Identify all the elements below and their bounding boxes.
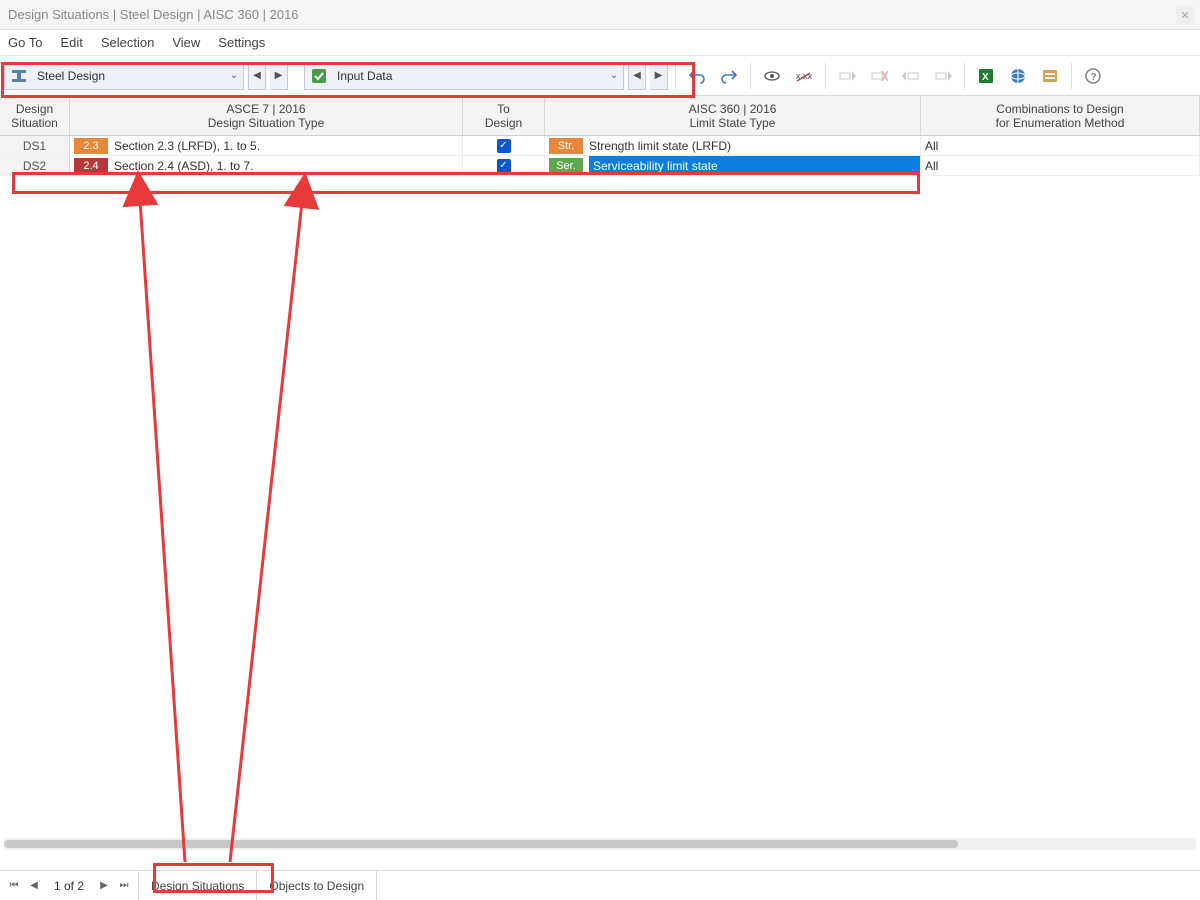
design-type-combo[interactable]: Steel Design ⌄ — [4, 62, 244, 90]
steel-beam-icon — [7, 64, 31, 88]
row-id: DS1 — [0, 136, 70, 155]
undo-button[interactable] — [683, 62, 711, 90]
checkbox-icon[interactable]: ✓ — [497, 139, 511, 153]
combo1-prev-button[interactable]: ◀ — [248, 62, 266, 90]
cell-combinations[interactable]: All — [921, 156, 1200, 175]
limit-badge: Str. — [549, 138, 583, 154]
header-limit-state[interactable]: AISC 360 | 2016 Limit State Type — [545, 96, 921, 135]
cell-situation-type[interactable]: 2.3 Section 2.3 (LRFD), 1. to 5. — [70, 136, 463, 155]
pager-last-button[interactable]: ⏭ — [116, 876, 132, 896]
pager-prev-button[interactable]: ◀ — [26, 876, 42, 896]
header-situation-type[interactable]: ASCE 7 | 2016 Design Situation Type — [70, 96, 463, 135]
redo-button[interactable] — [715, 62, 743, 90]
separator — [964, 63, 965, 89]
combo-label: Steel Design — [31, 69, 225, 83]
pager-next-button[interactable]: ▶ — [96, 876, 112, 896]
cell-situation-type[interactable]: 2.4 Section 2.4 (ASD), 1. to 7. — [70, 156, 463, 175]
limit-badge: Ser. — [549, 158, 583, 174]
chevron-down-icon: ⌄ — [225, 70, 243, 81]
row-id: DS2 — [0, 156, 70, 175]
decimal-places-button[interactable]: x.xx — [790, 62, 818, 90]
tab-design-situations[interactable]: Design Situations — [139, 871, 257, 900]
type-text: Section 2.3 (LRFD), 1. to 5. — [114, 139, 260, 153]
combo2-next-button[interactable]: ▶ — [650, 62, 668, 90]
grid: Design Situation ASCE 7 | 2016 Design Si… — [0, 96, 1200, 860]
pager: ⏮ ◀ 1 of 2 ▶ ⏭ — [0, 871, 139, 900]
separator — [675, 63, 676, 89]
svg-text:?: ? — [1091, 72, 1097, 83]
toolbar: Steel Design ⌄ ◀ ▶ Input Data ⌄ ◀ ▶ x.xx — [0, 56, 1200, 96]
type-badge: 2.3 — [74, 138, 108, 154]
window-title: Design Situations | Steel Design | AISC … — [8, 7, 299, 22]
type-badge: 2.4 — [74, 158, 108, 174]
header-combinations[interactable]: Combinations to Design for Enumeration M… — [921, 96, 1200, 135]
tabstrip: Design Situations Objects to Design — [139, 871, 377, 900]
header-to-design[interactable]: To Design — [463, 96, 545, 135]
scrollbar-thumb[interactable] — [4, 840, 958, 848]
footer: ⏮ ◀ 1 of 2 ▶ ⏭ Design Situations Objects… — [0, 870, 1200, 900]
move-left-button[interactable] — [897, 62, 925, 90]
grid-header: Design Situation ASCE 7 | 2016 Design Si… — [0, 96, 1200, 136]
chevron-down-icon: ⌄ — [605, 70, 623, 81]
combo1-next-button[interactable]: ▶ — [270, 62, 288, 90]
checkbox-icon[interactable]: ✓ — [497, 159, 511, 173]
menubar: Go To Edit Selection View Settings — [0, 30, 1200, 56]
table-row[interactable]: DS1 2.3 Section 2.3 (LRFD), 1. to 5. ✓ S… — [0, 136, 1200, 156]
menu-view[interactable]: View — [172, 35, 200, 50]
cell-limit-state[interactable]: Str. Strength limit state (LRFD) — [545, 136, 921, 155]
insert-row-button[interactable] — [833, 62, 861, 90]
svg-text:X: X — [982, 72, 989, 83]
cell-to-design[interactable]: ✓ — [463, 156, 545, 175]
cell-to-design[interactable]: ✓ — [463, 136, 545, 155]
titlebar: Design Situations | Steel Design | AISC … — [0, 0, 1200, 30]
tab-objects-to-design[interactable]: Objects to Design — [257, 871, 377, 900]
data-type-combo[interactable]: Input Data ⌄ — [304, 62, 624, 90]
help-button[interactable]: ? — [1079, 62, 1107, 90]
pager-label: 1 of 2 — [46, 879, 92, 893]
combo2-prev-button[interactable]: ◀ — [628, 62, 646, 90]
cell-limit-state[interactable]: Ser. Serviceability limit state — [545, 156, 921, 175]
close-button[interactable]: ✕ — [1176, 6, 1194, 24]
delete-row-button[interactable] — [865, 62, 893, 90]
menu-settings[interactable]: Settings — [218, 35, 265, 50]
separator — [825, 63, 826, 89]
grid-body: DS1 2.3 Section 2.3 (LRFD), 1. to 5. ✓ S… — [0, 136, 1200, 176]
limit-text: Strength limit state (LRFD) — [589, 139, 731, 153]
show-hide-button[interactable] — [758, 62, 786, 90]
settings-dialog-button[interactable] — [1036, 62, 1064, 90]
menu-selection[interactable]: Selection — [101, 35, 154, 50]
horizontal-scrollbar[interactable] — [4, 838, 1196, 850]
header-design-situation[interactable]: Design Situation — [0, 96, 70, 135]
separator — [750, 63, 751, 89]
limit-text-selected: Serviceability limit state — [589, 156, 920, 175]
move-right-button[interactable] — [929, 62, 957, 90]
pager-first-button[interactable]: ⏮ — [6, 876, 22, 896]
input-data-icon — [307, 64, 331, 88]
table-row[interactable]: DS2 2.4 Section 2.4 (ASD), 1. to 7. ✓ Se… — [0, 156, 1200, 176]
menu-goto[interactable]: Go To — [8, 35, 42, 50]
separator — [1071, 63, 1072, 89]
combo-label: Input Data — [331, 69, 605, 83]
web-button[interactable] — [1004, 62, 1032, 90]
cell-combinations[interactable]: All — [921, 136, 1200, 155]
type-text: Section 2.4 (ASD), 1. to 7. — [114, 159, 253, 173]
menu-edit[interactable]: Edit — [60, 35, 82, 50]
export-excel-button[interactable]: X — [972, 62, 1000, 90]
